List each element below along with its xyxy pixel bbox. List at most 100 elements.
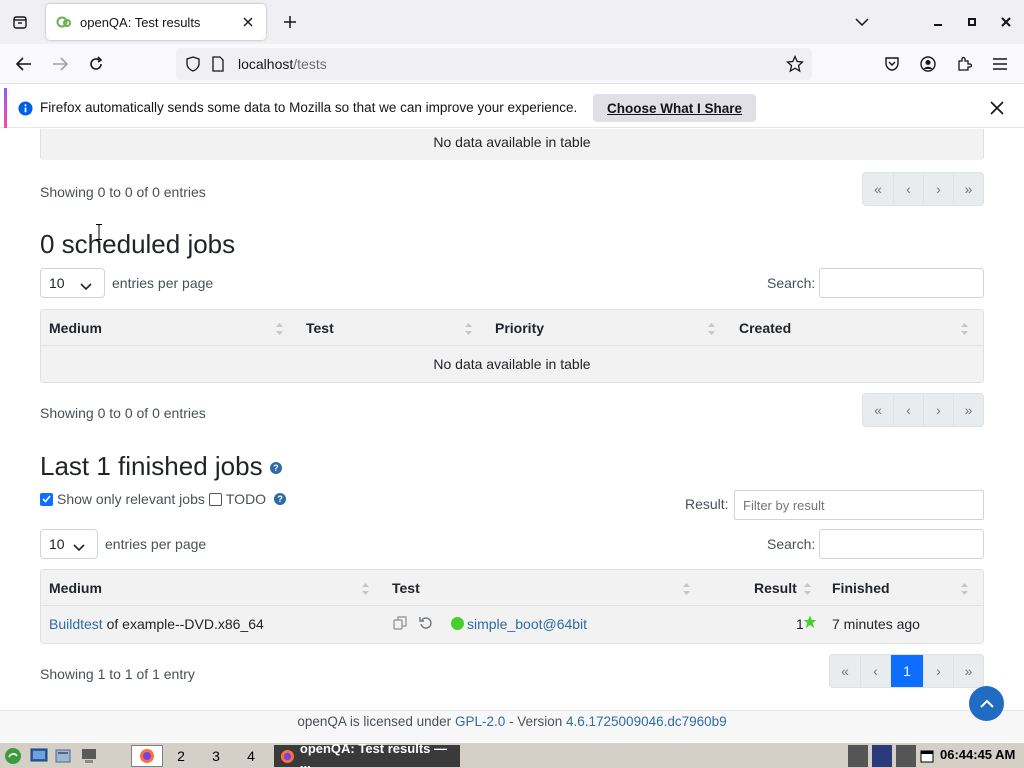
page-1-button[interactable]: 1 <box>890 655 923 687</box>
relevant-jobs-label: Show only relevant jobs <box>57 491 205 507</box>
taskbar-window-firefox[interactable]: openQA: Test results — ... <box>274 741 460 768</box>
column-header-medium[interactable]: Medium <box>49 580 102 596</box>
bookmark-star-icon[interactable] <box>785 54 805 76</box>
maximize-icon[interactable] <box>956 6 988 38</box>
sort-icon[interactable] <box>683 582 690 595</box>
help-icon[interactable]: ? <box>274 493 287 505</box>
tray-icon[interactable] <box>848 745 868 767</box>
terminal-icon[interactable] <box>78 745 100 767</box>
finished-search-label: Search: <box>767 536 816 552</box>
firefox-icon <box>140 749 154 763</box>
new-tab-icon[interactable] <box>274 6 306 38</box>
firefox-view-icon[interactable] <box>4 6 36 38</box>
build-link[interactable]: Buildtest <box>49 616 103 632</box>
start-menu-icon[interactable] <box>2 745 24 767</box>
info-icon <box>18 101 33 119</box>
chevron-down-icon <box>80 278 92 294</box>
finished-page-size-select[interactable]: 10 <box>40 529 98 559</box>
first-page-button[interactable]: « <box>863 173 893 205</box>
finished-search-input[interactable] <box>819 529 984 559</box>
column-header-medium[interactable]: Medium <box>49 320 102 336</box>
sort-icon[interactable] <box>362 582 369 595</box>
file-manager-icon[interactable] <box>52 745 74 767</box>
scheduled-search-input[interactable] <box>819 268 984 298</box>
version-link[interactable]: 4.6.1725009046.dc7960b9 <box>566 714 727 729</box>
workspace-2[interactable]: 2 <box>165 745 197 767</box>
choose-what-i-share-button[interactable]: Choose What I Share <box>593 94 757 122</box>
sort-icon[interactable] <box>465 322 472 335</box>
close-tab-icon[interactable] <box>240 14 256 30</box>
desktop-icon[interactable] <box>28 745 50 767</box>
help-icon[interactable]: ? <box>269 462 282 475</box>
column-header-created[interactable]: Created <box>739 320 791 336</box>
column-header-priority[interactable]: Priority <box>495 320 544 336</box>
notification-accent <box>4 88 7 128</box>
next-page-button[interactable]: › <box>923 173 953 205</box>
menu-icon[interactable] <box>984 48 1016 80</box>
sort-icon[interactable] <box>708 322 715 335</box>
first-page-button[interactable]: « <box>830 655 860 687</box>
previous-page-button[interactable]: ‹ <box>860 655 890 687</box>
scroll-to-top-button[interactable] <box>969 686 1004 721</box>
previous-page-button[interactable]: ‹ <box>893 394 923 426</box>
scheduled-entries-label: entries per page <box>112 275 214 291</box>
running-showing-info: Showing 0 to 0 of 0 entries <box>40 184 206 200</box>
finished-entries-label: entries per page <box>105 536 207 552</box>
status-passed-icon[interactable] <box>451 617 464 630</box>
scheduled-jobs-table: Medium Test Priority Created No data ava… <box>40 309 984 383</box>
sort-icon[interactable] <box>961 322 968 335</box>
restart-icon[interactable] <box>419 616 433 633</box>
license-link[interactable]: GPL-2.0 <box>455 714 505 729</box>
desktop-taskbar: 2 3 4 openQA: Test results — ... 06:44:4… <box>0 741 1024 768</box>
account-icon[interactable] <box>912 48 944 80</box>
chevron-down-icon <box>73 539 85 555</box>
page-icon[interactable] <box>212 56 224 75</box>
extensions-icon[interactable] <box>948 48 980 80</box>
close-window-icon[interactable] <box>990 6 1022 38</box>
sort-icon[interactable] <box>961 582 968 595</box>
tab-openqa[interactable]: openQA: Test results <box>46 4 266 40</box>
close-notification-icon[interactable] <box>990 101 1004 118</box>
last-page-button[interactable]: » <box>953 394 983 426</box>
shield-icon[interactable] <box>186 56 200 75</box>
column-header-test[interactable]: Test <box>392 580 420 596</box>
column-header-test[interactable]: Test <box>306 320 334 336</box>
result-filter-input[interactable] <box>734 490 984 520</box>
forward-icon[interactable] <box>44 48 76 80</box>
workspace-1[interactable] <box>131 745 163 767</box>
next-page-button[interactable]: › <box>923 655 953 687</box>
todo-checkbox[interactable] <box>208 492 222 506</box>
column-header-finished[interactable]: Finished <box>832 580 890 596</box>
result-filter-label: Result: <box>685 496 729 512</box>
copy-icon[interactable] <box>393 616 407 633</box>
workspace-3[interactable]: 3 <box>200 745 232 767</box>
network-icon[interactable] <box>872 745 892 767</box>
list-tabs-icon[interactable] <box>846 6 878 38</box>
navigation-toolbar: localhost/tests <box>0 44 1024 84</box>
last-page-button[interactable]: » <box>953 655 983 687</box>
finished-jobs-table: Medium Test Result Finished Buildtest of… <box>40 569 984 644</box>
url-bar[interactable]: localhost/tests <box>176 48 812 80</box>
url-text: localhost/tests <box>238 56 327 72</box>
chevron-up-icon <box>979 699 994 708</box>
sort-icon[interactable] <box>276 322 283 335</box>
first-page-button[interactable]: « <box>863 394 893 426</box>
volume-icon[interactable] <box>896 745 916 767</box>
sort-icon[interactable] <box>804 582 811 595</box>
finished-time: 7 minutes ago <box>832 616 920 632</box>
column-header-result[interactable]: Result <box>754 580 797 596</box>
next-page-button[interactable]: › <box>923 394 953 426</box>
minimize-icon[interactable] <box>922 6 954 38</box>
pocket-icon[interactable] <box>876 48 908 80</box>
last-page-button[interactable]: » <box>953 173 983 205</box>
calendar-icon[interactable] <box>919 745 935 767</box>
reload-icon[interactable] <box>80 48 112 80</box>
test-link[interactable]: simple_boot@64bit <box>467 616 587 632</box>
relevant-jobs-checkbox[interactable] <box>40 492 53 506</box>
back-icon[interactable] <box>8 48 40 80</box>
workspace-4[interactable]: 4 <box>235 745 267 767</box>
scheduled-page-size-select[interactable]: 10 <box>40 268 105 298</box>
finished-showing-info: Showing 1 to 1 of 1 entry <box>40 666 195 682</box>
scheduled-jobs-title: 0 scheduled jobs <box>40 229 236 259</box>
previous-page-button[interactable]: ‹ <box>893 173 923 205</box>
